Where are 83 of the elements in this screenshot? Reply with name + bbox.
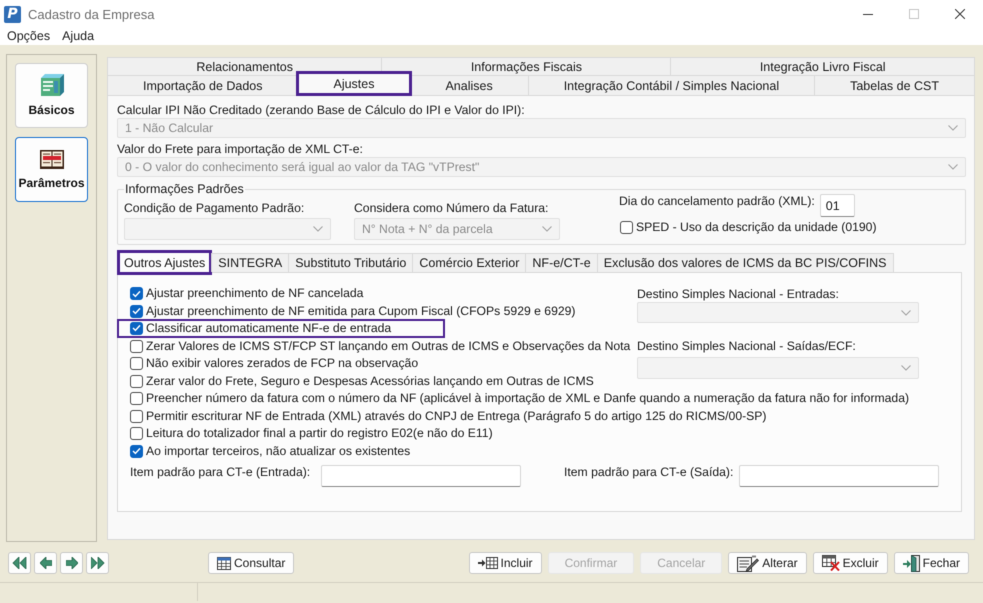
query-button[interactable]: Consultar	[208, 552, 294, 574]
field-label: Condição de Pagamento Padrão:	[124, 201, 304, 216]
field-label: Calcular IPI Não Creditado (zerando Base de Cálculo do IPI e Valor do IPI):	[117, 103, 525, 118]
menu-item[interactable]: Ajuda	[56, 28, 100, 45]
double-left-arrow-icon	[12, 557, 27, 569]
checkbox[interactable]	[130, 374, 143, 388]
right-arrow-icon	[66, 557, 78, 569]
exit-door-icon	[902, 554, 920, 572]
checkbox-option[interactable]: Leitura do totalizador final a partir do registro E02(e não do E11)	[129, 425, 493, 442]
field-label: Dia do cancelamento padrão (XML):	[619, 194, 815, 209]
tab[interactable]: Substituto Tributário	[288, 253, 414, 272]
double-right-arrow-icon	[90, 557, 104, 569]
chevron-down-icon	[948, 125, 958, 131]
checkbox-option[interactable]: Não exibir valores zerados de FCP na observação	[129, 355, 418, 372]
field-label: Destino Simples Nacional - Saídas/ECF:	[637, 339, 856, 354]
tab[interactable]: Informações Fiscais	[381, 57, 672, 75]
checkbox[interactable]	[130, 392, 143, 406]
edit-document-icon	[737, 554, 760, 572]
checkbox[interactable]	[130, 322, 143, 334]
chevron-down-icon	[901, 365, 911, 371]
tab[interactable]: Comércio Exterior	[412, 253, 526, 272]
input-field[interactable]	[739, 465, 939, 487]
field-label: Valor do Frete para importação de XML CT-e:	[117, 142, 363, 157]
left-arrow-icon	[40, 557, 52, 569]
table-icon	[217, 556, 231, 570]
insert-button[interactable]: Incluir	[468, 552, 542, 574]
tab[interactable]: Integração Contábil / Simples Nacional	[528, 75, 816, 95]
checkbox[interactable]	[130, 444, 143, 458]
checkbox-option[interactable]: SPED - Uso da descrição da unidade (0190)	[619, 219, 877, 236]
checkbox-option[interactable]: Zerar valor do Frete, Seguro e Despesas Acessórias lançando em Outras de ICMS	[129, 372, 594, 390]
field-label: Considera como Número da Fatura:	[354, 201, 548, 216]
input-field[interactable]	[321, 465, 521, 487]
tab[interactable]: NF-e/CT-e	[525, 253, 598, 272]
app-logo: P	[4, 6, 21, 22]
chevron-down-icon	[313, 226, 323, 232]
checkbox[interactable]	[130, 340, 143, 353]
close-button[interactable]: Fechar	[894, 552, 969, 574]
checkbox-option[interactable]: Ajustar preenchimento de NF cancelada	[129, 285, 364, 302]
group-legend: Informações Padrões	[124, 182, 245, 197]
field-label: Item padrão para CT-e (Saída):	[564, 465, 734, 480]
checkbox-option[interactable]: Ajustar preenchimento de NF emitida para Cupom Fiscal (CFOPs 5929 e 6929)	[129, 302, 576, 320]
box-icon	[40, 74, 64, 96]
delete-table-icon	[822, 555, 840, 571]
tab[interactable]: Exclusão dos valores de ICMS da BC PIS/COFINS	[596, 253, 894, 272]
sidebar-button[interactable]: Parâmetros	[15, 137, 88, 202]
input-field[interactable]: 01	[820, 194, 855, 217]
checkbox[interactable]	[130, 410, 143, 423]
checkbox-option[interactable]: Ao importar terceiros, não atualizar os existentes	[129, 442, 410, 460]
maximize-icon	[909, 9, 919, 19]
tab[interactable]: Tabelas de CST	[814, 75, 976, 95]
tab[interactable]: Outros Ajustes	[117, 250, 212, 275]
field-label: Destino Simples Nacional - Entradas:	[637, 287, 839, 302]
menu-item[interactable]: Opções	[1, 28, 56, 45]
checkbox[interactable]	[130, 427, 143, 440]
field-label: Item padrão para CT-e (Entrada):	[130, 465, 312, 480]
checkbox-option[interactable]: Zerar Valores de ICMS ST/FCP ST lançando em Outras de ICMS e Observações da Nota	[129, 338, 630, 355]
tab[interactable]: Importação de Dados	[107, 75, 298, 95]
tab[interactable]: SINTEGRA	[211, 253, 290, 272]
checkbox-option[interactable]: Preencher número da fatura com o número da NF (aplicável à importação de XML e Danfe quando a numeração da fatura não for informada)	[129, 390, 910, 408]
checkbox-option[interactable]: Permitir escriturar NF de Entrada (XML) através do CNPJ de Entrega (Parágrafo 5 do artigo 125 do RICMS/00-SP)	[129, 408, 766, 425]
edit-button[interactable]: Alterar	[728, 552, 807, 574]
book-icon	[40, 149, 64, 169]
chevron-down-icon	[542, 226, 552, 232]
tab[interactable]: Integração Livro Fiscal	[670, 57, 975, 75]
first-button[interactable]	[8, 552, 31, 574]
chevron-down-icon	[901, 310, 911, 316]
next-button[interactable]	[60, 552, 83, 574]
last-button[interactable]	[86, 552, 109, 574]
sidebar-button[interactable]: Básicos	[15, 63, 88, 128]
tab[interactable]: Analises	[409, 75, 529, 95]
checkbox[interactable]	[130, 287, 143, 300]
checkbox-option[interactable]: Classificar automaticamente NF-e de entrada	[117, 318, 445, 338]
close-icon	[955, 9, 965, 19]
previous-button[interactable]	[34, 552, 57, 574]
chevron-down-icon	[948, 164, 958, 170]
checkbox[interactable]	[130, 304, 143, 318]
checkbox[interactable]	[130, 357, 143, 370]
insert-row-icon	[478, 557, 498, 569]
tab[interactable]: Relacionamentos	[107, 57, 382, 75]
delete-button[interactable]: Excluir	[812, 552, 888, 574]
tab[interactable]: Ajustes	[296, 71, 412, 96]
checkbox[interactable]	[620, 221, 633, 234]
window-title: Cadastro da Empresa	[28, 6, 154, 22]
